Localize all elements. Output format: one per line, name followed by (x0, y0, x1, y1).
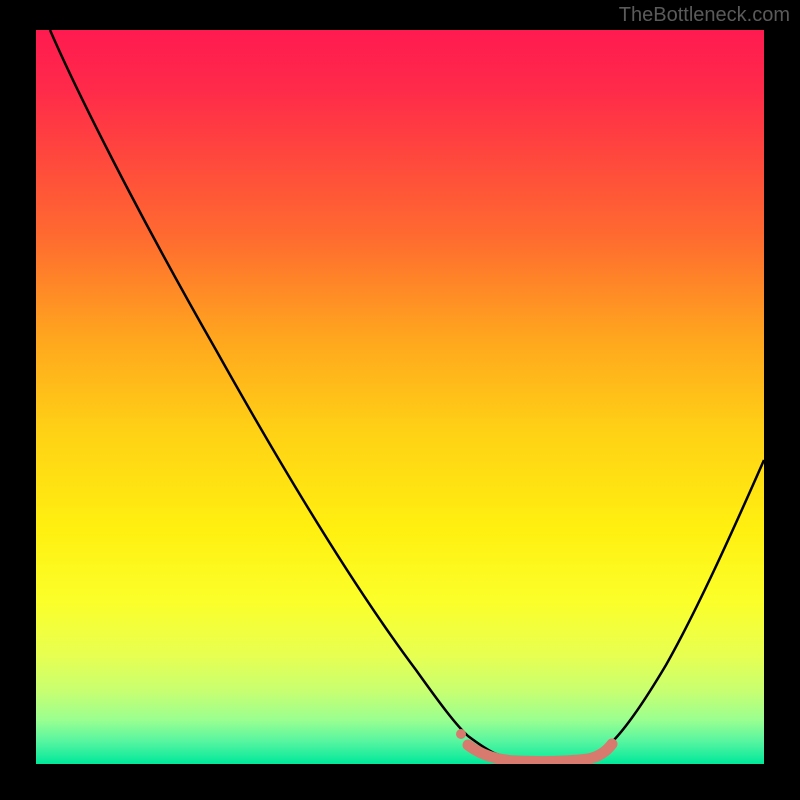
optimal-zone-highlight (468, 744, 612, 762)
watermark-text: TheBottleneck.com (619, 4, 790, 27)
bottleneck-curve-line (50, 30, 764, 759)
optimal-marker-dot (456, 729, 466, 739)
chart-svg (36, 30, 764, 764)
chart-gradient-background (36, 30, 764, 764)
